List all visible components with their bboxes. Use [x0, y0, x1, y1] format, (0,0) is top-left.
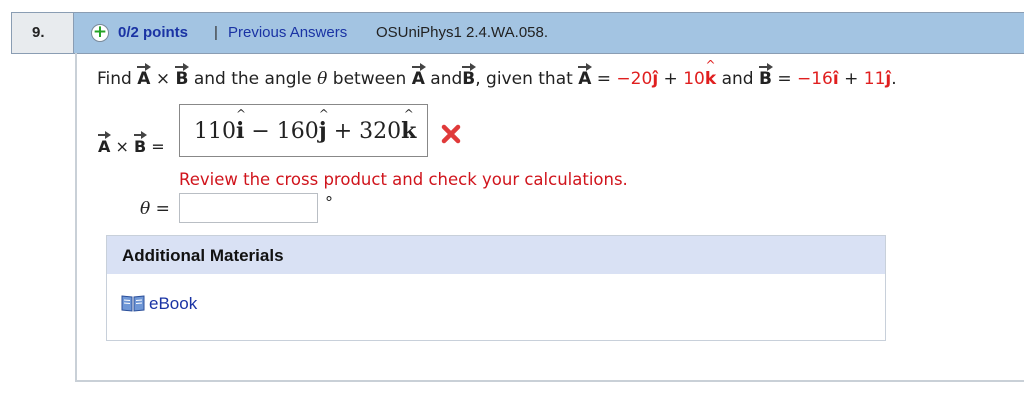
- vector-b: B: [175, 63, 190, 89]
- expand-plus-icon[interactable]: +: [91, 24, 109, 42]
- b-components: −16î: [796, 69, 839, 89]
- theta-symbol: θ: [317, 69, 328, 89]
- question-number: 9.: [12, 13, 74, 53]
- feedback-message: Review the cross product and check your …: [179, 170, 628, 189]
- additional-materials-heading: Additional Materials: [107, 236, 885, 274]
- header-separator: |: [214, 24, 218, 41]
- additional-materials-panel: Additional Materials eBook: [106, 235, 886, 341]
- book-icon: [121, 295, 145, 312]
- question-id: OSUniPhys1 2.4.WA.058.: [376, 24, 549, 41]
- vector-a: A: [137, 63, 152, 89]
- points-score: 0/2 points: [118, 24, 189, 41]
- incorrect-x-icon: [441, 124, 461, 144]
- ebook-link[interactable]: eBook: [121, 294, 197, 314]
- theta-label: θ =: [140, 199, 170, 219]
- theta-answer-input[interactable]: [179, 193, 318, 223]
- cross-product-answer-field[interactable]: 110 ^ i − 160 ^ j + 320 ^ k: [179, 104, 428, 157]
- cross-product-label: A × B =: [98, 131, 165, 156]
- problem-statement: Find A × B and the angle θ between A and…: [97, 58, 897, 89]
- degree-unit: °: [325, 193, 333, 212]
- a-components: −20ĵ: [616, 69, 659, 89]
- previous-answers-link[interactable]: Previous Answers: [228, 13, 347, 53]
- question-header: 9. + 0/2 points | Previous Answers OSUni…: [11, 12, 1024, 54]
